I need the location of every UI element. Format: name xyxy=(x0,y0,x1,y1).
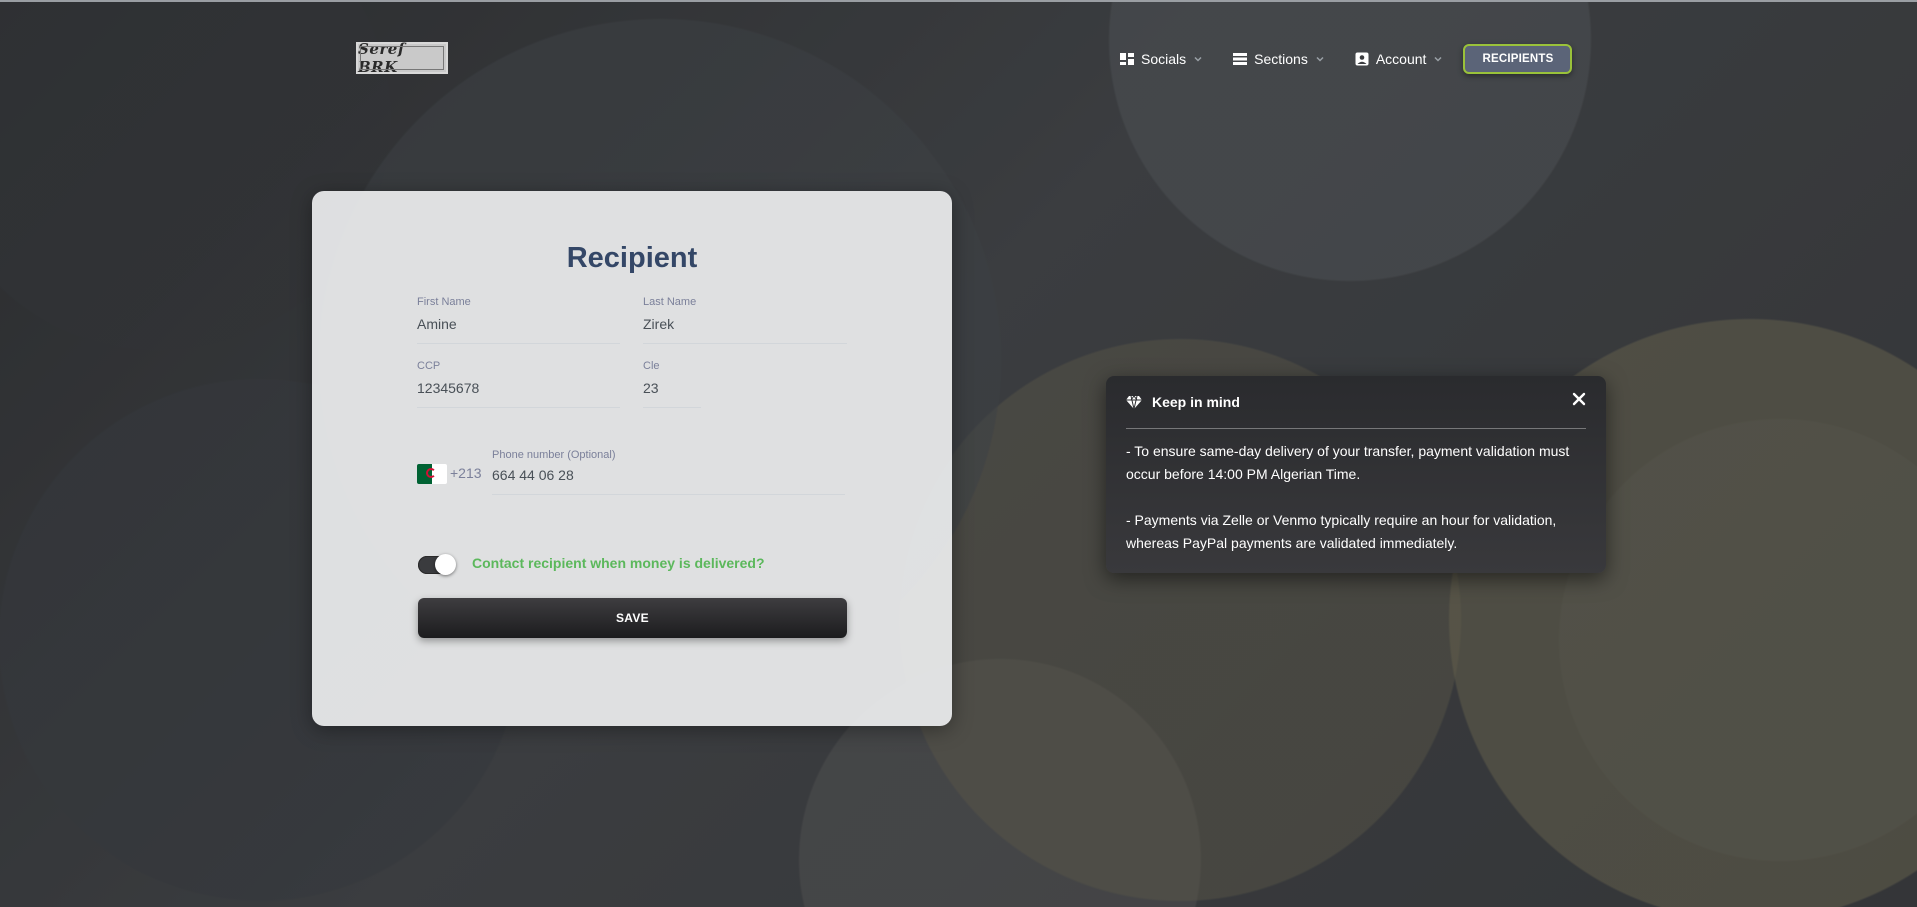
last-name-input[interactable]: Zirek xyxy=(643,316,847,344)
nav-item-label: Account xyxy=(1375,51,1427,67)
brand-logo-text: Seref BRK xyxy=(358,40,405,76)
nav-item-account[interactable]: Account xyxy=(1355,51,1444,67)
account-box-icon xyxy=(1355,52,1369,66)
nav-item-socials[interactable]: Socials xyxy=(1120,51,1203,67)
nav-item-sections[interactable]: Sections xyxy=(1233,51,1325,67)
cle-label: Cle xyxy=(643,360,660,372)
first-name-label: First Name xyxy=(417,296,471,308)
dashboard-icon xyxy=(1120,53,1134,65)
save-button[interactable]: SAVE xyxy=(418,598,847,638)
cle-field[interactable]: Cle 23 xyxy=(643,360,701,408)
chevron-down-icon xyxy=(1434,56,1442,62)
contact-recipient-toggle[interactable] xyxy=(418,554,456,575)
phone-input[interactable]: 664 44 06 28 xyxy=(492,467,845,495)
first-name-field[interactable]: First Name Amine xyxy=(417,296,620,344)
last-name-field[interactable]: Last Name Zirek xyxy=(643,296,847,344)
form-title: Recipient xyxy=(566,242,698,274)
recipients-button[interactable]: RECIPIENTS xyxy=(1463,44,1573,74)
chevron-down-icon xyxy=(1316,56,1324,62)
last-name-label: Last Name xyxy=(643,296,697,308)
cle-input[interactable]: 23 xyxy=(643,380,701,408)
phone-input-wrapper[interactable]: Phone number (Optional) 664 44 06 28 xyxy=(492,449,845,495)
background-image xyxy=(0,0,1917,907)
toast-body: - To ensure same-day delivery of your tr… xyxy=(1126,440,1586,578)
brand-logo[interactable]: Seref BRK xyxy=(356,40,448,76)
dial-code[interactable]: +213 xyxy=(450,465,482,481)
nav-item-label: Socials xyxy=(1141,51,1187,67)
diamond-icon xyxy=(1126,395,1142,410)
first-name-input[interactable]: Amine xyxy=(417,316,620,344)
ccp-input[interactable]: 12345678 xyxy=(417,380,620,408)
contact-recipient-label[interactable]: Contact recipient when money is delivere… xyxy=(472,555,765,571)
toast-line: - To ensure same-day delivery of your tr… xyxy=(1126,443,1570,482)
toast-header: Keep in mind xyxy=(1126,376,1586,429)
phone-label: Phone number (Optional) xyxy=(492,449,616,461)
ccp-label: CCP xyxy=(417,360,441,372)
recipient-form-card: Recipient First Name Amine Last Name Zir… xyxy=(312,191,952,726)
top-nav: Socials Sections Account RECIPIENTS xyxy=(1120,44,1573,74)
close-icon[interactable] xyxy=(1572,392,1586,406)
keep-in-mind-toast: Keep in mind - To ensure same-day delive… xyxy=(1106,376,1606,573)
phone-field: +213 Phone number (Optional) 664 44 06 2… xyxy=(417,449,855,495)
algeria-flag[interactable] xyxy=(417,464,447,484)
toast-title: Keep in mind xyxy=(1152,394,1240,410)
top-border xyxy=(0,0,1917,2)
toggle-knob xyxy=(435,554,456,575)
nav-item-label: Sections xyxy=(1254,51,1308,67)
ccp-field[interactable]: CCP 12345678 xyxy=(417,360,620,408)
view-list-icon xyxy=(1233,53,1248,65)
toast-line: - Payments via Zelle or Venmo typically … xyxy=(1126,512,1557,551)
chevron-down-icon xyxy=(1194,56,1202,62)
